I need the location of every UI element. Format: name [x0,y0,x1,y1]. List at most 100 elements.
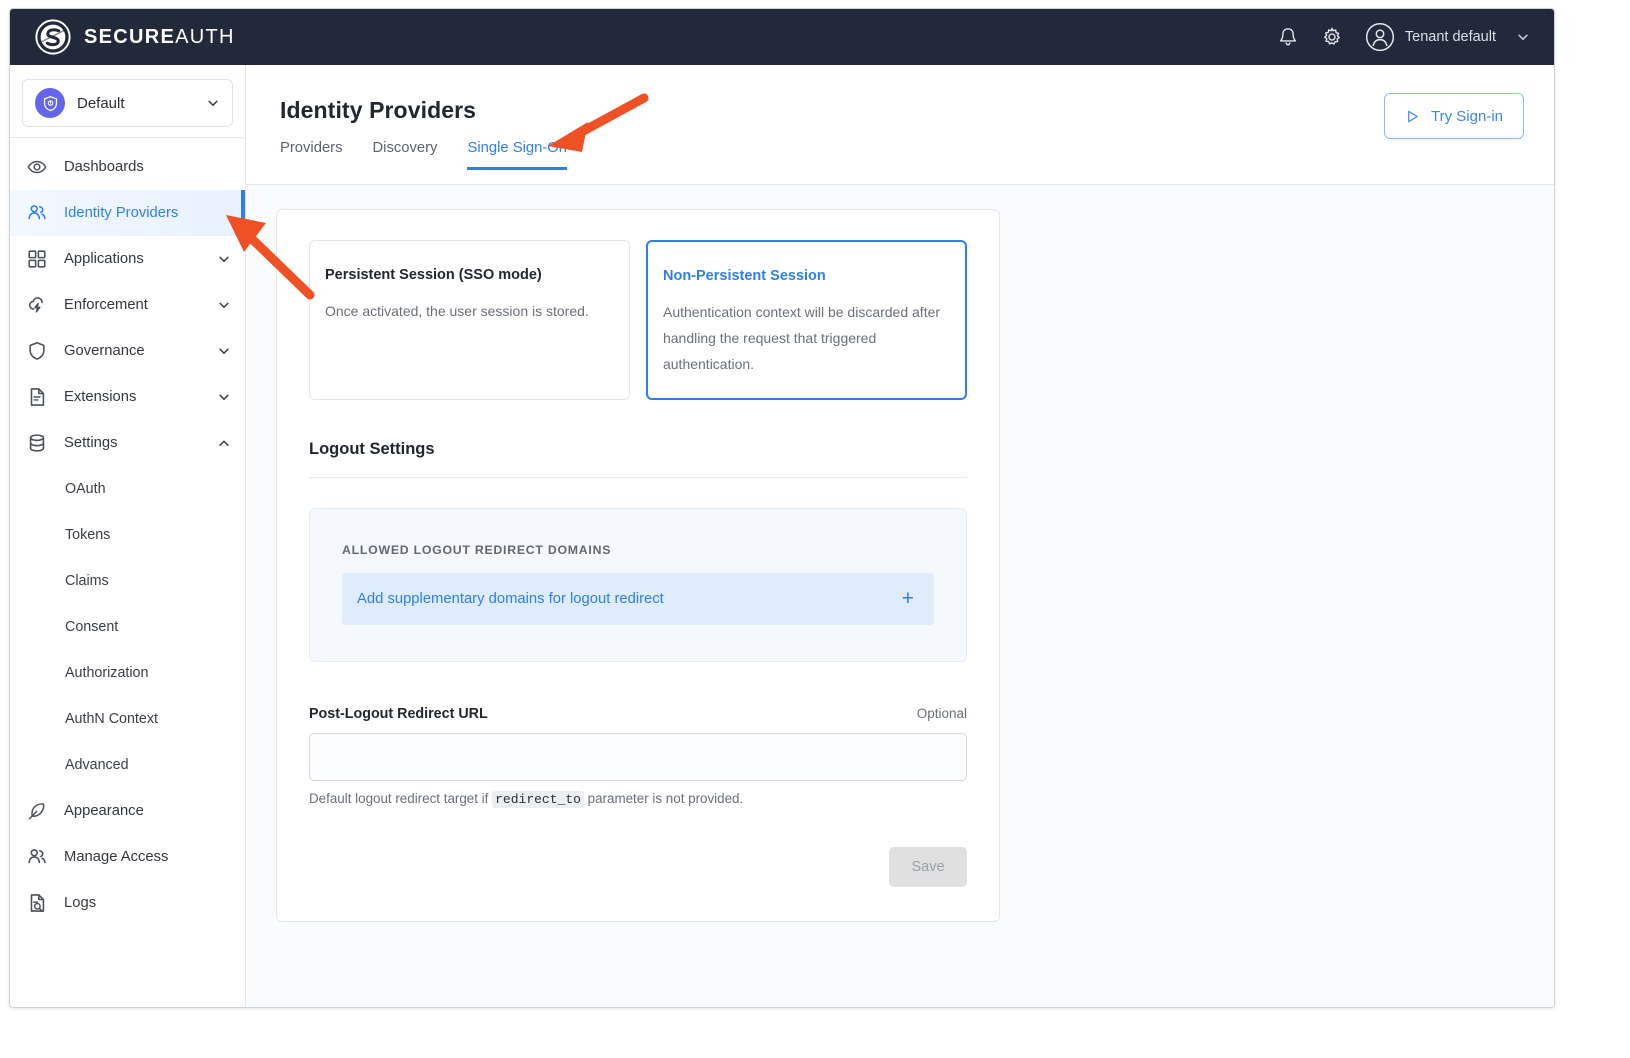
sidebar-item-appearance[interactable]: Appearance [10,788,245,834]
try-signin-button[interactable]: Try Sign-in [1384,93,1524,139]
session-mode-description: Once activated, the user session is stor… [325,303,589,319]
sidebar-item-logs[interactable]: Logs [10,880,245,926]
plus-icon[interactable]: + [902,588,914,609]
top-bar: SECUREAUTH Tenant default [10,9,1554,65]
tenant-selector[interactable]: Default [22,79,233,127]
account-menu[interactable]: Tenant default [1365,22,1530,52]
tab-label: Discovery [372,140,438,156]
sidebar-subitem-label: Tokens [65,527,111,543]
tab-discovery[interactable]: Discovery [373,140,438,170]
sidebar-item-identity-providers[interactable]: Identity Providers [10,190,245,236]
sidebar-item-label: Extensions [64,389,137,405]
sidebar-item-label: Appearance [64,803,144,819]
chevron-down-icon[interactable] [217,390,231,404]
sidebar-item-governance[interactable]: Governance [10,328,245,374]
sidebar-item-label: Governance [64,343,145,359]
tab-single-sign-on[interactable]: Single Sign-On [467,140,567,170]
hint-text-after: parameter is not provided. [583,790,744,806]
try-signin-label: Try Sign-in [1431,107,1503,125]
gear-icon[interactable] [1321,26,1343,48]
tab-label: Providers [280,140,343,156]
post-logout-redirect-url-input[interactable] [309,732,967,781]
sidebar-item-enforcement[interactable]: Enforcement [10,282,245,328]
hint-text-before: Default logout redirect target if [309,790,493,806]
sidebar-item-label: Enforcement [64,297,148,313]
sidebar-subitem-label: Authorization [65,665,149,681]
sidebar-subitem-tokens[interactable]: Tokens [10,512,245,558]
sidebar-subitem-oauth[interactable]: OAuth [10,466,245,512]
feather-icon [28,803,45,820]
sidebar-subitem-authorization[interactable]: Authorization [10,650,245,696]
session-mode-description: Authentication context will be discarded… [662,304,941,372]
brand-bold: SECURE [84,25,176,48]
chevron-up-icon[interactable] [217,436,231,450]
post-logout-hint: Default logout redirect target if redire… [309,790,967,808]
sidebar-item-label: Dashboards [64,159,144,175]
grid-icon [28,250,46,268]
save-row: Save [309,846,967,887]
sso-settings-card: Persistent Session (SSO mode) Once activ… [276,209,1000,922]
add-domains-label: Add supplementary domains for logout red… [357,590,664,607]
document-icon [30,388,45,406]
sidebar-subitem-label: Consent [65,619,119,635]
brand-logo[interactable]: SECUREAUTH [34,18,235,56]
bell-icon[interactable] [1277,26,1299,48]
page-title: Identity Providers [280,97,477,123]
chevron-down-icon[interactable] [1516,30,1530,44]
sidebar-subitem-label: OAuth [65,481,106,497]
shield-icon [43,95,57,111]
document-search-icon [30,894,45,912]
sidebar-subitem-label: Advanced [65,757,129,773]
sidebar: Default Dashboards Identity Providers Ap… [10,65,246,1007]
play-triangle-icon [1408,110,1418,122]
users-icon [28,849,46,864]
post-logout-label: Post-Logout Redirect URL [309,705,488,722]
user-avatar-icon [1365,22,1394,52]
brand-light: AUTH [175,25,235,48]
sidebar-item-label: Manage Access [64,849,169,865]
tenant-badge [35,88,65,118]
tab-bar: Providers Discovery Single Sign-On [280,140,1518,170]
allowed-domains-label: ALLOWED LOGOUT REDIRECT DOMAINS [342,542,612,557]
logout-settings-heading: Logout Settings [309,439,435,458]
sidebar-divider [10,137,245,138]
sidebar-subitem-label: Claims [65,573,109,589]
tab-label: Single Sign-On [467,140,567,156]
tab-providers[interactable]: Providers [280,140,343,170]
shield-icon [29,341,45,360]
session-mode-persistent[interactable]: Persistent Session (SSO mode) Once activ… [309,240,630,400]
section-divider [309,476,967,478]
database-icon [29,434,45,452]
eye-icon [27,160,47,174]
session-mode-title: Non-Persistent Session [662,268,826,284]
sidebar-subitem-authn-context[interactable]: AuthN Context [10,696,245,742]
page-header: Identity Providers Providers Discovery S… [246,65,1554,185]
app-root: SECUREAUTH Tenant default Default Dashbo… [0,0,1630,1058]
browser-frame: SECUREAUTH Tenant default Default Dashbo… [9,8,1555,1008]
chevron-down-icon[interactable] [217,298,231,312]
session-mode-non-persistent[interactable]: Non-Persistent Session Authentication co… [645,240,967,400]
sidebar-subitem-claims[interactable]: Claims [10,558,245,604]
users-icon [28,205,46,220]
content-area: Persistent Session (SSO mode) Once activ… [246,185,1554,1007]
sidebar-subitem-consent[interactable]: Consent [10,604,245,650]
tenant-label: Tenant default [1404,29,1496,45]
allowed-logout-domains-panel: ALLOWED LOGOUT REDIRECT DOMAINS Add supp… [309,507,967,662]
sidebar-subitem-advanced[interactable]: Advanced [10,742,245,788]
chevron-down-icon[interactable] [217,344,231,358]
add-domains-button[interactable]: Add supplementary domains for logout red… [342,572,934,625]
sidebar-item-label: Logs [64,895,97,911]
top-bar-actions: Tenant default [1277,22,1530,52]
sidebar-item-extensions[interactable]: Extensions [10,374,245,420]
secureauth-logo-icon [35,19,71,55]
sidebar-item-manage-access[interactable]: Manage Access [10,834,245,880]
post-logout-optional-badge: Optional [916,705,967,721]
sidebar-item-settings[interactable]: Settings [10,420,245,466]
sidebar-item-applications[interactable]: Applications [10,236,245,282]
tenant-selector-label: Default [77,94,125,112]
chevron-down-icon[interactable] [206,96,220,110]
sidebar-item-label: Applications [64,251,144,267]
chevron-down-icon[interactable] [217,252,231,266]
save-button[interactable]: Save [889,846,967,887]
sidebar-item-dashboards[interactable]: Dashboards [10,144,245,190]
